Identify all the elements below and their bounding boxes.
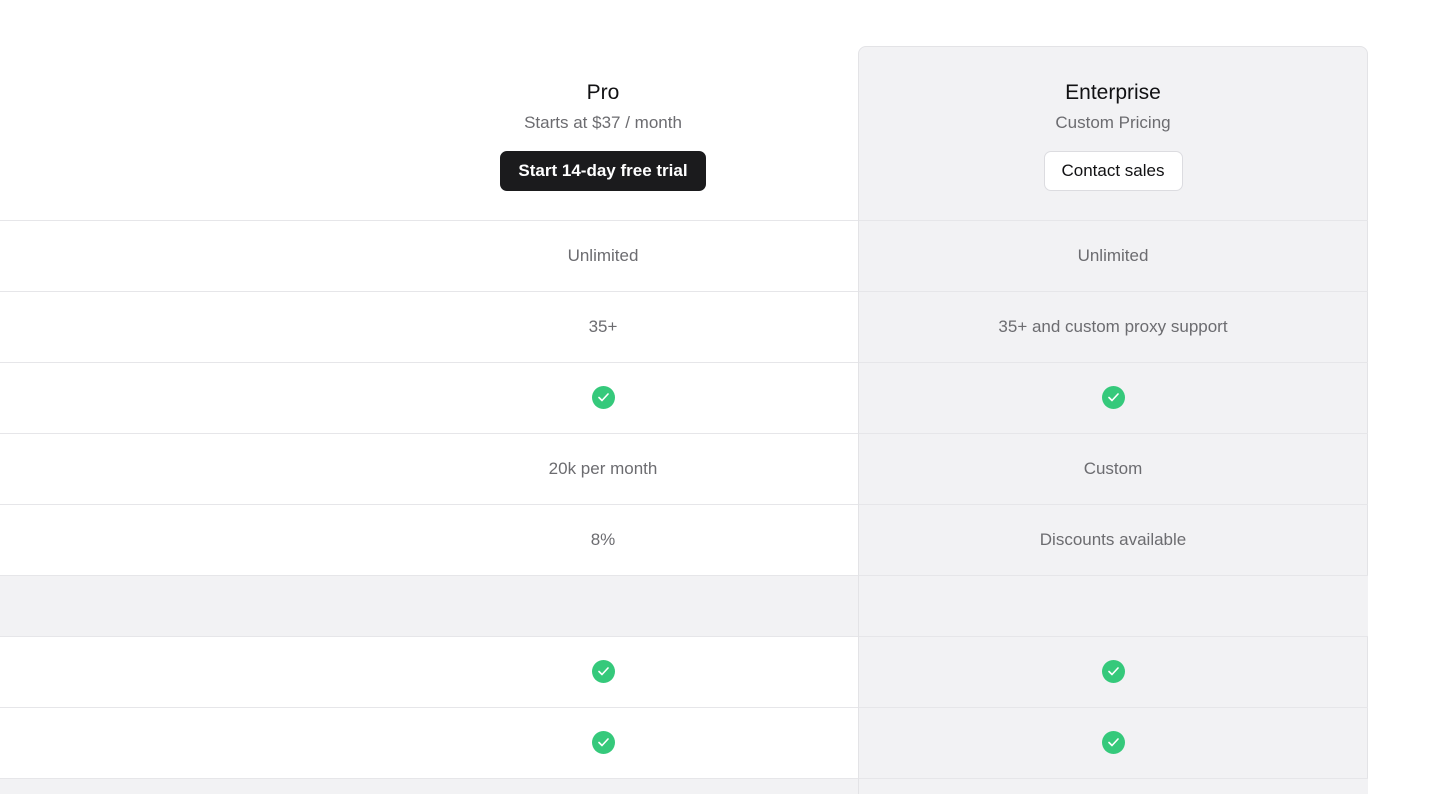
enterprise-cell: Unlimited [1077,245,1149,265]
pro-plan-name: Pro [586,81,620,104]
enterprise-plan-name: Enterprise [1065,81,1161,104]
check-circle-icon [591,386,615,409]
pricing-comparison-table: Pro Starts at $37 / month Start 14-day f… [0,0,1453,794]
section-header-band [0,779,1368,794]
check-circle-icon [591,660,615,683]
pro-cell [348,636,858,707]
enterprise-cell [858,636,1368,707]
enterprise-cell [858,707,1368,778]
pro-plan-header: Pro Starts at $37 / month Start 14-day f… [348,46,858,220]
enterprise-cell: Discounts available [1039,529,1187,549]
start-trial-button[interactable]: Start 14-day free trial [500,151,706,191]
check-circle-icon [591,731,615,754]
row-divider [0,575,1368,576]
pro-cell: 20k per month [548,458,658,478]
pro-cell: Unlimited [567,245,639,265]
table-row: 8% Discounts available [0,504,1368,575]
table-row [0,362,1368,433]
pro-plan-price: Starts at $37 / month [524,113,682,132]
section-header-band [0,576,1368,637]
pro-cell: 8% [590,529,616,549]
table-row: 20k per month Custom [0,433,1368,504]
enterprise-cell: 35+ and custom proxy support [998,316,1228,336]
check-circle-icon [1101,386,1125,409]
pro-cell [348,707,858,778]
check-circle-icon [1101,660,1125,683]
table-row [0,707,1368,778]
enterprise-plan-header: Enterprise Custom Pricing Contact sales [858,46,1368,220]
pro-cell: 35+ [588,316,618,336]
check-circle-icon [1101,731,1125,754]
enterprise-plan-price: Custom Pricing [1055,113,1171,132]
enterprise-cell: Custom [1083,458,1143,478]
pro-cell [348,362,858,433]
table-row: 35+ 35+ and custom proxy support [0,291,1368,362]
contact-sales-button[interactable]: Contact sales [1043,151,1183,191]
table-row [0,636,1368,707]
table-row: Unlimited Unlimited [0,220,1368,291]
row-divider [0,778,1368,779]
enterprise-cell [858,362,1368,433]
